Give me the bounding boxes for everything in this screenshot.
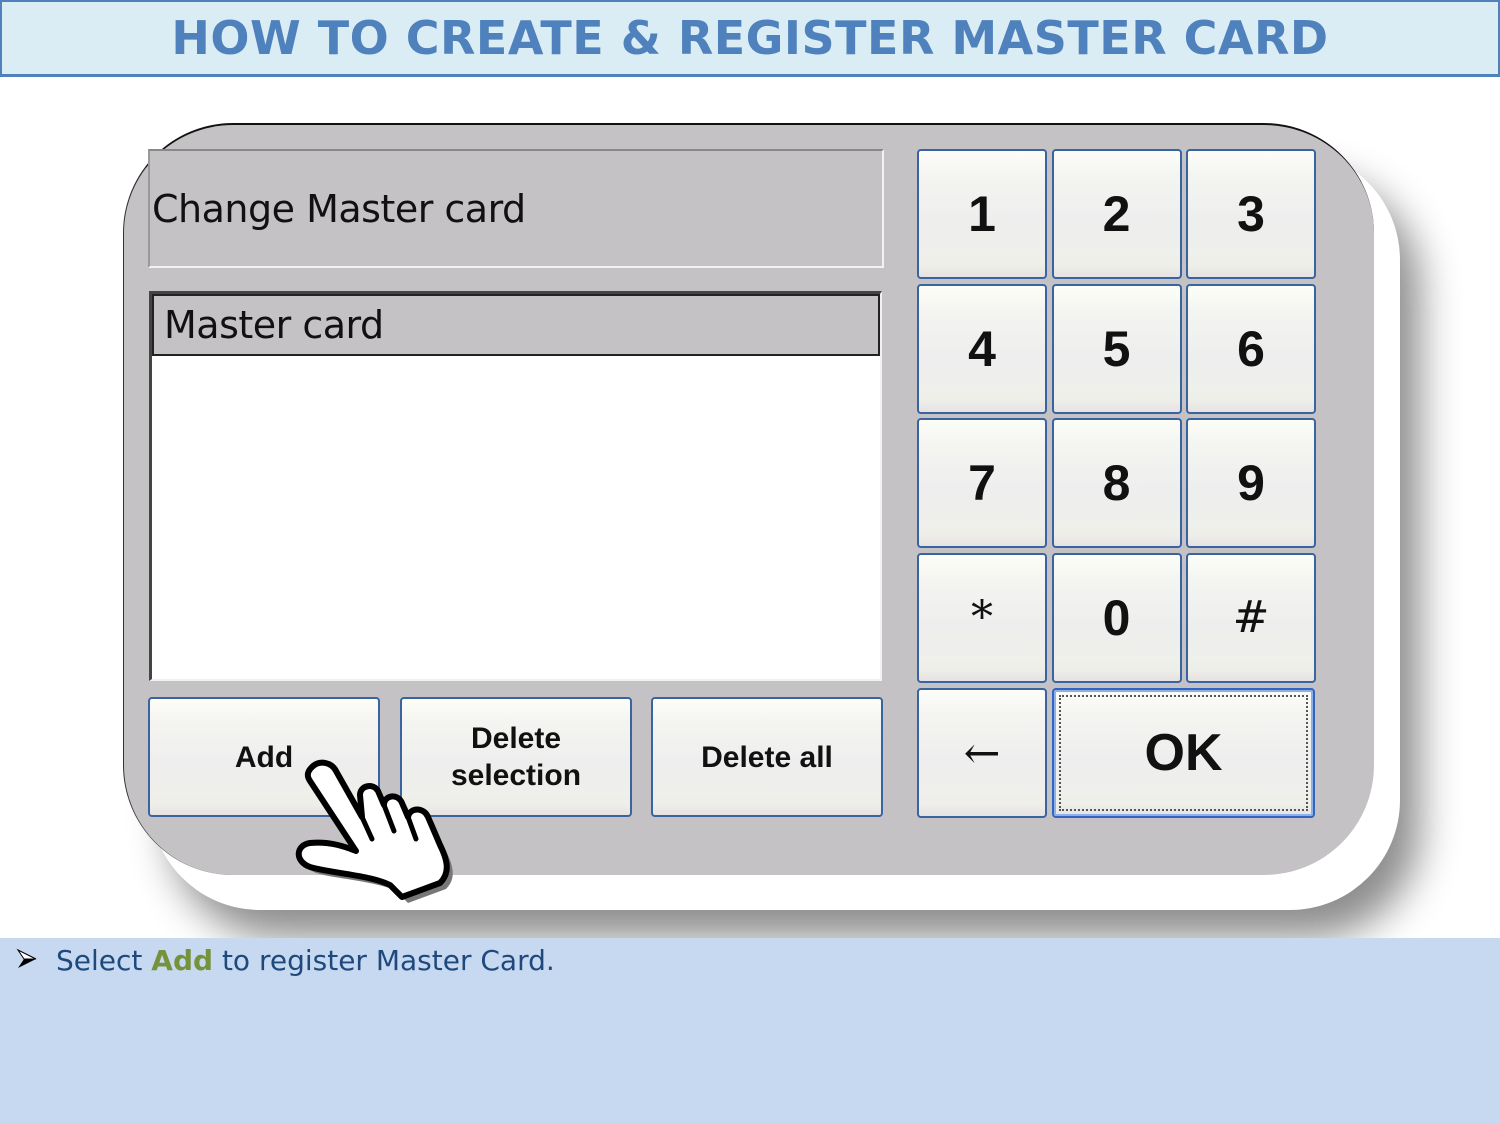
caption-suffix: to register Master Card.	[213, 944, 555, 977]
caption-text: Select Add to register Master Card.	[16, 944, 555, 977]
key-5[interactable]: 5	[1051, 283, 1182, 414]
key-4[interactable]: 4	[917, 283, 1047, 414]
backspace-arrow-icon: ←	[963, 727, 1001, 779]
caption-highlight: Add	[151, 944, 214, 977]
key-8[interactable]: 8	[1051, 418, 1182, 548]
delete-all-button[interactable]: Delete all	[651, 697, 883, 817]
key-7[interactable]: 7	[917, 418, 1047, 548]
list-item-label: Master card	[164, 303, 384, 347]
list-item[interactable]: Master card	[152, 294, 880, 356]
slide-title-bar: HOW TO CREATE & REGISTER MASTER CARD	[0, 0, 1500, 77]
key-label: 1	[968, 186, 996, 242]
key-hash[interactable]: #	[1186, 552, 1316, 683]
key-2[interactable]: 2	[1051, 149, 1182, 279]
key-label: 7	[968, 455, 996, 511]
panel-header-title: Change Master card	[152, 186, 526, 231]
key-label: 8	[1102, 455, 1131, 511]
arrowhead-bullet-icon	[16, 944, 56, 977]
key-label: 6	[1237, 320, 1265, 377]
key-label: 9	[1237, 455, 1265, 511]
pointing-hand-cursor-icon	[295, 759, 453, 903]
key-label: 3	[1237, 186, 1265, 242]
key-label: *	[971, 592, 993, 643]
slide-title: HOW TO CREATE & REGISTER MASTER CARD	[171, 11, 1329, 65]
key-6[interactable]: 6	[1186, 283, 1316, 414]
master-card-list[interactable]: Master card	[149, 291, 882, 681]
key-0[interactable]: 0	[1051, 552, 1182, 683]
add-button-label: Add	[234, 740, 294, 774]
backspace-key[interactable]: ←	[917, 688, 1047, 818]
key-star[interactable]: *	[917, 552, 1047, 683]
key-label: 0	[1102, 589, 1131, 646]
key-label: #	[1232, 592, 1270, 643]
ok-button[interactable]: OK	[1052, 688, 1315, 818]
ok-button-label: OK	[1144, 724, 1223, 782]
key-label: 5	[1102, 320, 1131, 377]
key-label: 4	[968, 320, 996, 377]
delete-selection-label-line1: Delete	[470, 722, 562, 755]
key-label: 2	[1102, 186, 1131, 242]
panel-header: Change Master card	[148, 149, 884, 268]
key-9[interactable]: 9	[1186, 418, 1316, 548]
caption-prefix: Select	[56, 944, 152, 977]
key-1[interactable]: 1	[917, 149, 1047, 279]
delete-all-label: Delete all	[701, 740, 833, 774]
key-3[interactable]: 3	[1186, 149, 1316, 279]
